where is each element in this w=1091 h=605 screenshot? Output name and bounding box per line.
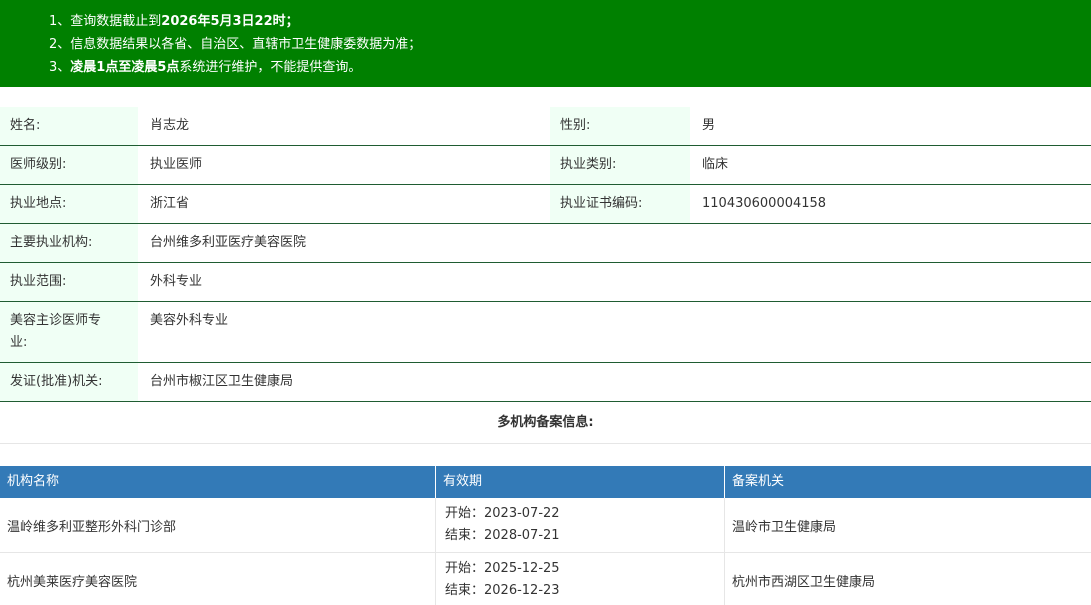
info-row-institution: 主要执业机构: 台州维多利亚医疗美容医院: [0, 224, 1091, 263]
doctor-info-table: 姓名: 肖志龙 性别: 男 医师级别: 执业医师 执业类别: 临床 执业地点: …: [0, 107, 1091, 402]
notice-text: ；: [285, 14, 299, 29]
notice-line-2: 2、信息数据结果以各省、自治区、直辖市卫生健康委数据为准；: [0, 33, 1091, 56]
institution-value: 台州维多利亚医疗美容医院: [150, 235, 307, 250]
institution-label: 主要执业机构:: [0, 224, 138, 262]
notice-line-3: 3、凌晨1点至凌晨5点系统进行维护，不能提供查询。: [0, 56, 1091, 79]
validity-cell: 开始：2025-12-25 结束：2026-12-23: [436, 553, 725, 605]
name-value: 肖志龙: [150, 118, 190, 133]
multi-institution-title: 多机构备案信息:: [0, 402, 1091, 444]
location-value: 浙江省: [150, 196, 190, 211]
authority-cell: 杭州市西湖区卫生健康局: [732, 574, 876, 590]
authority-cell: 温岭市卫生健康局: [732, 519, 837, 535]
scope-value: 外科专业: [150, 274, 203, 289]
level-value: 执业医师: [150, 157, 203, 172]
category-value: 临床: [702, 157, 729, 172]
cosmetic-label-line-1: 美容主诊医师专: [10, 313, 102, 328]
info-row-name: 姓名: 肖志龙 性别: 男: [0, 107, 1091, 146]
cosmetic-label: 美容主诊医师专 业:: [0, 302, 138, 362]
notice-bold-text: 凌晨1点至凌晨5点: [70, 60, 180, 75]
name-label: 姓名:: [0, 107, 138, 145]
institution-name-cell: 杭州美莱医疗美容医院: [0, 553, 436, 605]
notice-text: 1、查询数据截止到: [49, 14, 162, 29]
issuer-label: 发证(批准)机关:: [0, 363, 138, 401]
info-row-location: 执业地点: 浙江省 执业证书编码: 110430600004158: [0, 185, 1091, 224]
multi-institution-table: 机构名称 有效期 备案机关 温岭维多利亚整形外科门诊部 开始：2023-07-2…: [0, 466, 1091, 605]
validity-end: 结束：2028-07-21: [445, 528, 560, 543]
cert-label: 执业证书编码:: [550, 185, 690, 223]
info-row-scope: 执业范围: 外科专业: [0, 263, 1091, 302]
issuer-value: 台州市椒江区卫生健康局: [150, 374, 294, 389]
category-label: 执业类别:: [550, 146, 690, 184]
notice-text: 3、: [49, 60, 71, 75]
cosmetic-value: 美容外科专业: [150, 313, 229, 328]
info-row-cosmetic: 美容主诊医师专 业: 美容外科专业: [0, 302, 1091, 363]
gender-value: 男: [702, 118, 716, 133]
info-row-level: 医师级别: 执业医师 执业类别: 临床: [0, 146, 1091, 185]
scope-label: 执业范围:: [0, 263, 138, 301]
cert-value: 110430600004158: [702, 196, 827, 211]
gender-label: 性别:: [550, 107, 690, 145]
cosmetic-label-line-2: 业:: [10, 335, 28, 350]
validity-start: 开始：2025-12-25: [445, 561, 560, 576]
location-label: 执业地点:: [0, 185, 138, 223]
validity-end: 结束：2026-12-23: [445, 583, 560, 598]
notice-text: 2、信息数据结果以各省、自治区、直辖市卫生健康委数据为准；: [49, 37, 422, 52]
column-header-validity: 有效期: [436, 466, 725, 498]
table-row: 杭州美莱医疗美容医院 开始：2025-12-25 结束：2026-12-23 杭…: [0, 553, 1091, 605]
info-row-issuer: 发证(批准)机关: 台州市椒江区卫生健康局: [0, 363, 1091, 402]
column-header-institution: 机构名称: [0, 466, 436, 498]
notice-text: 系统进行维护，不能提供查询。: [179, 60, 362, 75]
notice-bold-text: 2026年5月3日22时: [161, 14, 286, 29]
table-row: 温岭维多利亚整形外科门诊部 开始：2023-07-22 结束：2028-07-2…: [0, 498, 1091, 553]
notice-line-1: 1、查询数据截止到2026年5月3日22时；: [0, 10, 1091, 33]
table-header: 机构名称 有效期 备案机关: [0, 466, 1091, 498]
validity-cell: 开始：2023-07-22 结束：2028-07-21: [436, 498, 725, 552]
institution-name-cell: 温岭维多利亚整形外科门诊部: [0, 498, 436, 552]
validity-start: 开始：2023-07-22: [445, 506, 560, 521]
level-label: 医师级别:: [0, 146, 138, 184]
notice-banner: 1、查询数据截止到2026年5月3日22时； 2、信息数据结果以各省、自治区、直…: [0, 0, 1091, 87]
column-header-authority: 备案机关: [732, 474, 785, 489]
